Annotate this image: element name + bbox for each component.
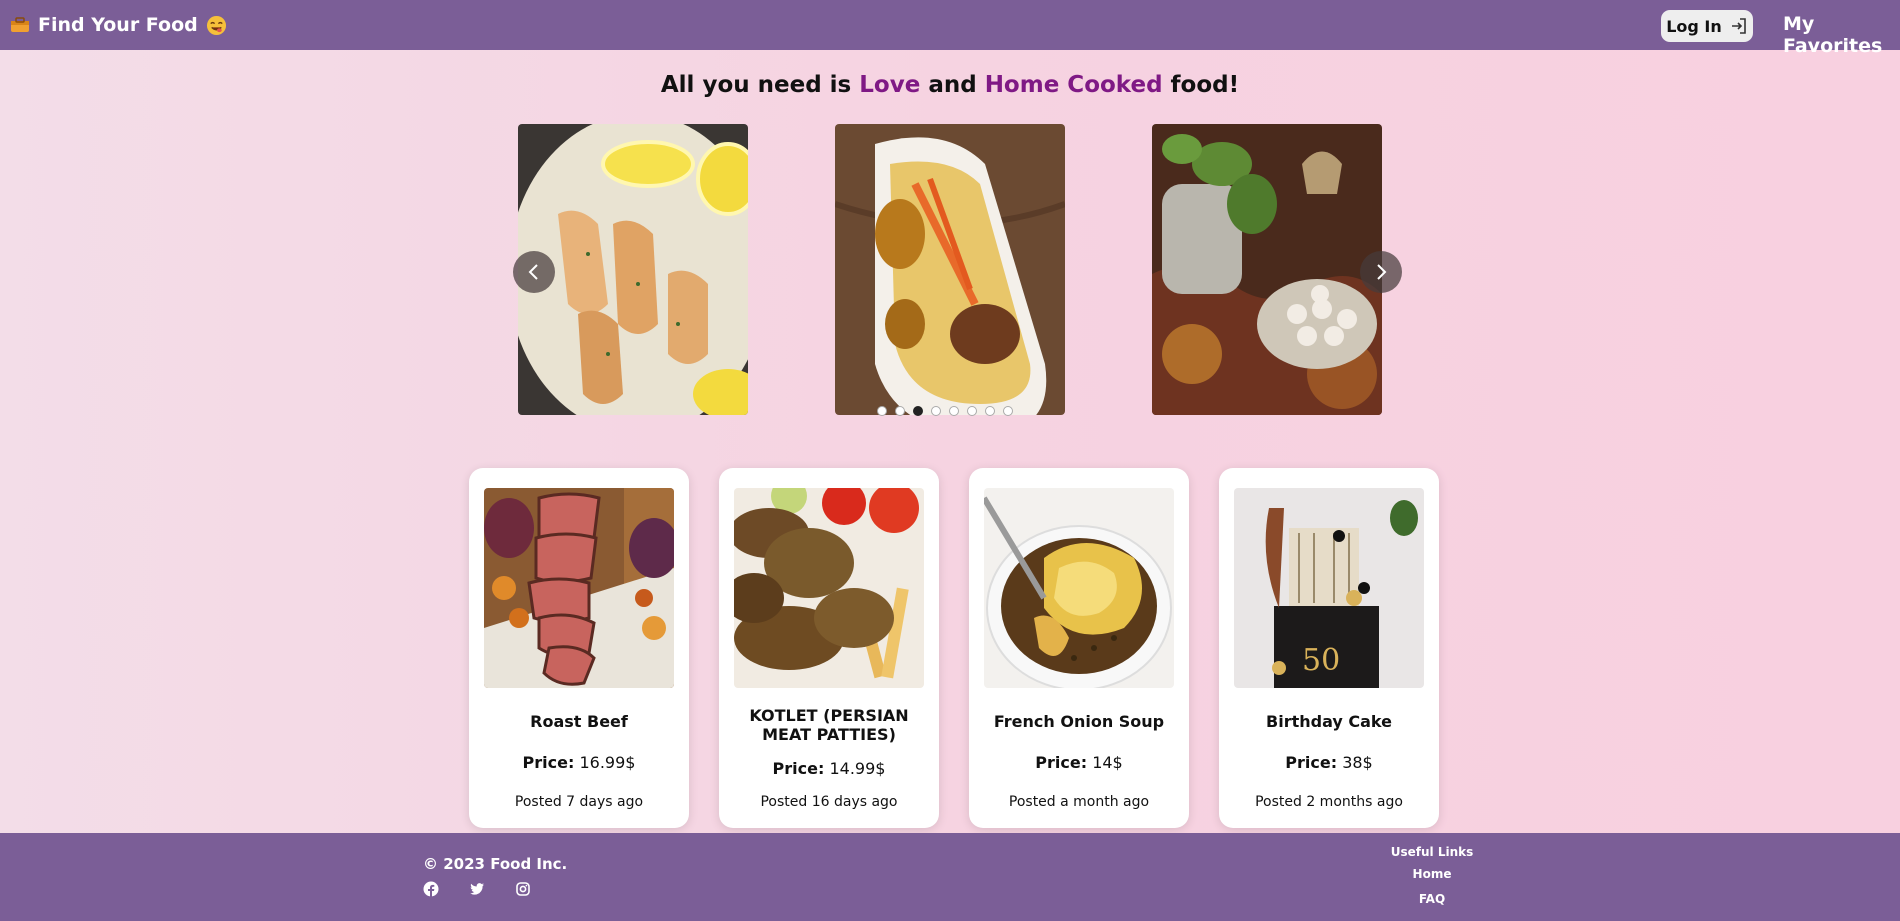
footer-link-home[interactable]: Home xyxy=(1376,867,1488,881)
copyright: © 2023 Food Inc. xyxy=(423,855,568,873)
card-price: Price: 16.99$ xyxy=(469,753,689,772)
food-card-kotlet[interactable]: KOTLET (PERSIAN MEAT PATTIES) Price: 14.… xyxy=(719,468,939,828)
navbar: Find Your Food Log In My Favorites xyxy=(0,0,1900,57)
price-label: Price: xyxy=(772,759,825,778)
card-posted: Posted 2 months ago xyxy=(1255,794,1403,810)
chevron-left-icon xyxy=(528,264,538,280)
food-card-roast-beef[interactable]: Roast Beef Price: 16.99$ Posted 7 days a… xyxy=(469,468,689,828)
price-label: Price: xyxy=(1035,753,1088,772)
login-label: Log In xyxy=(1666,16,1722,36)
card-posted: Posted a month ago xyxy=(1008,794,1150,810)
footer-link-faq[interactable]: FAQ xyxy=(1376,892,1488,906)
card-price: Price: 38$ xyxy=(1219,753,1439,772)
carousel-dots xyxy=(877,406,1013,416)
price-label: Price: xyxy=(522,753,575,772)
card-posted: Posted 16 days ago xyxy=(760,794,898,810)
instagram-icon[interactable] xyxy=(515,881,531,897)
carousel-slide-rice-platter[interactable] xyxy=(835,124,1065,415)
price-label: Price: xyxy=(1285,753,1338,772)
carousel-dot[interactable] xyxy=(1003,406,1013,416)
hero-title: All you need is Love and Home Cooked foo… xyxy=(0,72,1900,98)
card-price: Price: 14$ xyxy=(969,753,1189,772)
my-favorites-link[interactable]: My Favorites xyxy=(1783,13,1900,57)
card-posted: Posted 7 days ago xyxy=(514,794,644,810)
twitter-icon[interactable] xyxy=(469,881,485,897)
brand[interactable]: Find Your Food xyxy=(10,14,227,36)
hero-suffix: food! xyxy=(1162,72,1240,98)
carousel-dot[interactable] xyxy=(913,406,923,416)
carousel-dot[interactable] xyxy=(895,406,905,416)
carousel-dot[interactable] xyxy=(985,406,995,416)
carousel-dot[interactable] xyxy=(967,406,977,416)
carousel-dot[interactable] xyxy=(877,406,887,416)
card-price: Price: 14.99$ xyxy=(719,759,939,778)
hero-accent-love: Love xyxy=(859,72,921,98)
price-value: 16.99$ xyxy=(579,753,636,772)
card-image-birthday-cake: 50 xyxy=(1234,488,1424,688)
lunchbox-icon xyxy=(11,17,29,32)
food-carousel xyxy=(510,124,1402,424)
price-value: 14.99$ xyxy=(829,759,886,778)
card-title: Roast Beef xyxy=(530,712,628,731)
card-image-kotlet xyxy=(734,488,924,688)
card-title: French Onion Soup xyxy=(993,712,1165,731)
card-image-onion-soup xyxy=(984,488,1174,688)
brand-title: Find Your Food xyxy=(38,14,198,36)
price-value: 14$ xyxy=(1092,753,1123,772)
carousel-next-button[interactable] xyxy=(1360,251,1402,293)
svg-text:50: 50 xyxy=(1302,643,1340,678)
facebook-icon[interactable] xyxy=(423,881,439,897)
carousel-prev-button[interactable] xyxy=(513,251,555,293)
carousel-dot[interactable] xyxy=(949,406,959,416)
useful-links-title: Useful Links xyxy=(1390,845,1474,859)
yum-face-icon xyxy=(206,15,226,35)
price-value: 38$ xyxy=(1342,753,1373,772)
carousel-slide-sweets[interactable] xyxy=(1152,124,1382,415)
hero-prefix: All you need is xyxy=(660,72,860,98)
login-button[interactable]: Log In xyxy=(1661,10,1753,42)
footer: © 2023 Food Inc. Useful Links Home FAQ xyxy=(0,833,1900,921)
social-links xyxy=(423,881,531,897)
food-card-birthday-cake[interactable]: 50 Birthday Cake Price: 38$ Posted 2 mon… xyxy=(1219,468,1439,828)
chevron-right-icon xyxy=(1377,264,1387,280)
card-image-roast-beef xyxy=(484,488,674,688)
food-card-onion-soup[interactable]: French Onion Soup Price: 14$ Posted a mo… xyxy=(969,468,1189,828)
hero-accent-home-cooked: Home Cooked xyxy=(984,72,1163,98)
carousel-dot[interactable] xyxy=(931,406,941,416)
card-title: Birthday Cake xyxy=(1266,712,1392,731)
login-icon xyxy=(1731,18,1746,34)
hero-middle: and xyxy=(920,72,985,98)
card-title: KOTLET (PERSIAN MEAT PATTIES) xyxy=(749,706,909,744)
